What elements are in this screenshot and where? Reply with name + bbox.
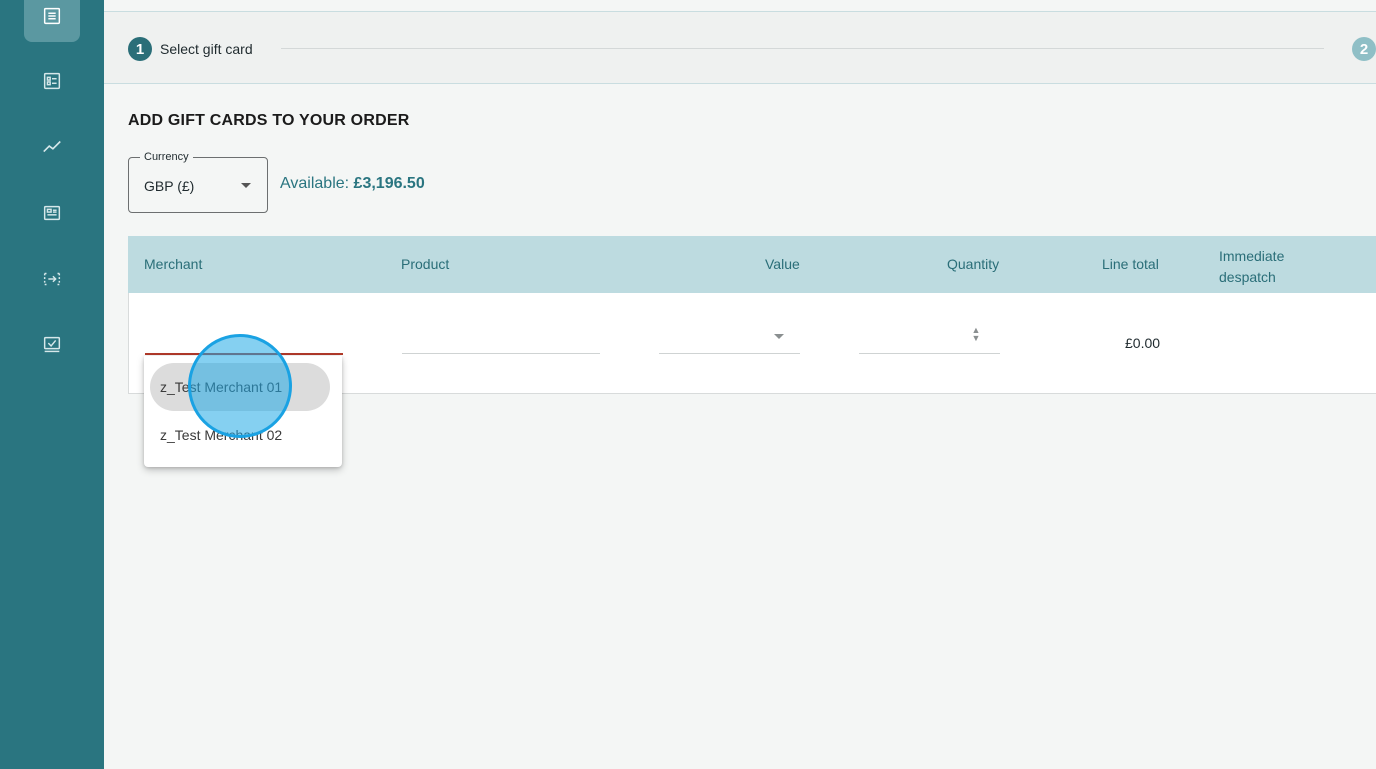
spinner-arrows-icon[interactable]: ▲ ▼ xyxy=(971,326,981,343)
currency-value: GBP (£) xyxy=(144,178,195,194)
order-stepper: 1 Select gift card 2 xyxy=(104,11,1376,84)
available-amount: £3,196.50 xyxy=(353,175,425,192)
available-balance: Available: £3,196.50 xyxy=(280,175,425,193)
step-1-label: Select gift card xyxy=(160,41,253,57)
sidebar-item-orders[interactable] xyxy=(24,0,80,42)
column-line-total: Line total xyxy=(1102,256,1159,272)
document-icon xyxy=(43,205,61,221)
column-immediate-despatch: Immediate despatch xyxy=(1219,248,1285,285)
sidebar xyxy=(0,0,104,769)
column-product: Product xyxy=(401,256,450,272)
order-table-header: Merchant Product Value Quantity Line tot… xyxy=(128,236,1376,293)
step-1-indicator: 1 xyxy=(128,37,152,61)
column-value: Value xyxy=(765,256,800,272)
currency-label: Currency xyxy=(140,151,193,163)
merchant-option[interactable]: z_Test Merchant 02 xyxy=(144,411,342,459)
value-select[interactable] xyxy=(659,353,800,354)
chevron-down-icon xyxy=(241,183,251,188)
currency-select[interactable]: Currency GBP (£) xyxy=(128,151,268,213)
order-list-icon xyxy=(43,7,61,25)
sidebar-item-reports[interactable] xyxy=(24,121,80,173)
product-input[interactable] xyxy=(402,353,600,354)
column-quantity: Quantity xyxy=(947,256,1000,272)
transfer-icon xyxy=(43,272,61,286)
sidebar-item-transfers[interactable] xyxy=(24,253,80,305)
step-connector xyxy=(281,48,1324,49)
approval-icon xyxy=(43,336,61,353)
available-label: Available: xyxy=(280,175,350,192)
merchant-input[interactable] xyxy=(145,353,343,355)
value-chevron-down-icon xyxy=(774,334,784,339)
checklist-icon xyxy=(43,72,61,90)
merchant-option[interactable]: z_Test Merchant 01 xyxy=(150,363,330,411)
sidebar-item-checklist[interactable] xyxy=(24,55,80,107)
line-total-value: £0.00 xyxy=(1125,335,1161,351)
step-2-indicator: 2 xyxy=(1352,37,1376,61)
page-title: ADD GIFT CARDS TO YOUR ORDER xyxy=(128,112,410,129)
column-merchant: Merchant xyxy=(144,256,203,272)
sidebar-item-documents[interactable] xyxy=(24,187,80,239)
trend-chart-icon xyxy=(43,140,61,153)
sidebar-item-approvals[interactable] xyxy=(24,319,80,371)
quantity-stepper[interactable] xyxy=(859,353,1000,354)
merchant-dropdown: z_Test Merchant 01 z_Test Merchant 02 xyxy=(144,356,342,467)
